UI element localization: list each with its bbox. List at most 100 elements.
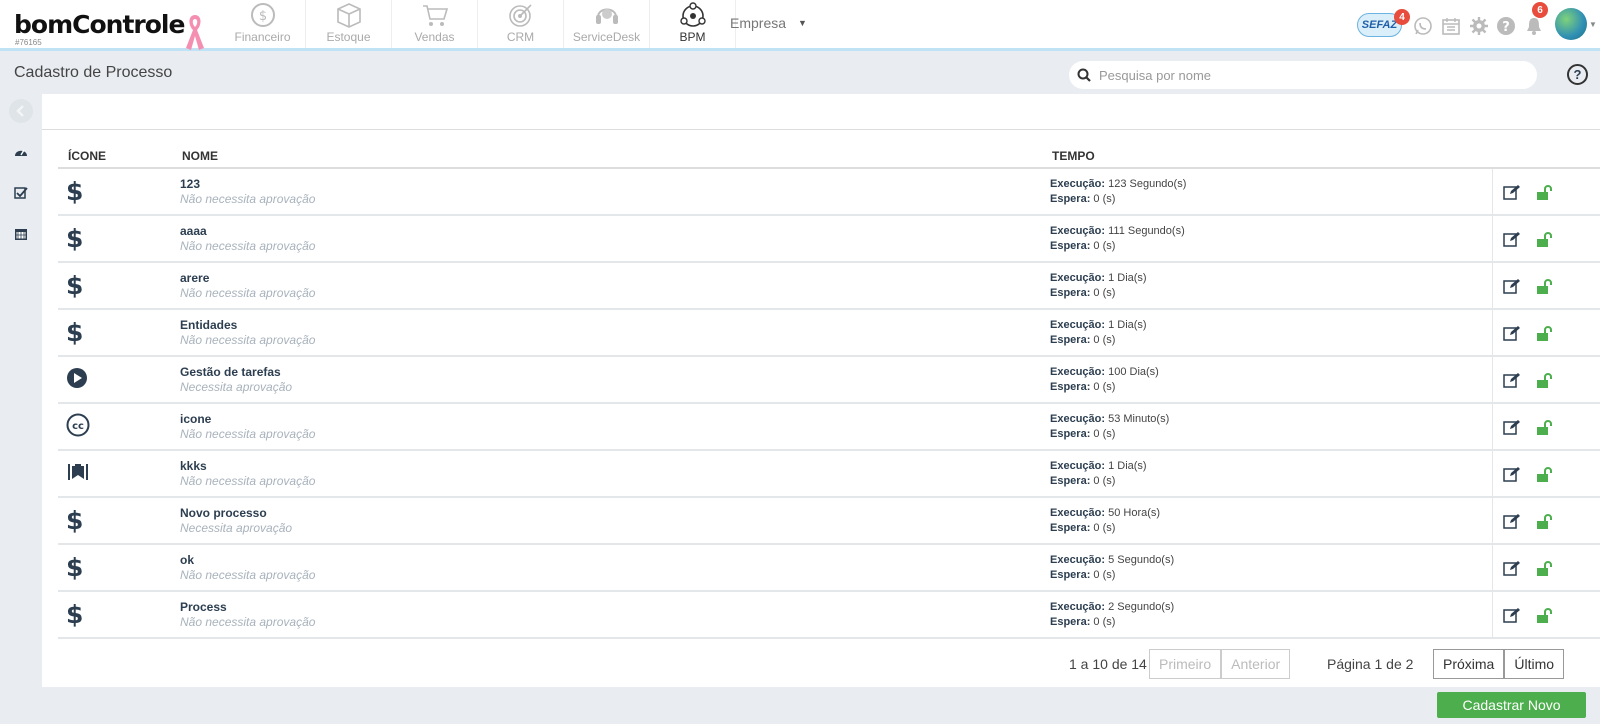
nav-estoque[interactable]: Estoque [306, 0, 392, 48]
calendar-icon[interactable] [1441, 16, 1461, 36]
table-row[interactable]: $ Novo processo Necessita aprovação Exec… [58, 497, 1600, 545]
espera-value: 0 (s) [1093, 427, 1116, 440]
process-time-cell: Execução: 1 Dia(s) Espera: 0 (s) [1042, 450, 1492, 498]
unlock-icon[interactable] [1535, 325, 1553, 341]
first-page-button[interactable]: Primeiro [1149, 649, 1222, 679]
search-input[interactable] [1099, 67, 1519, 83]
next-page-button[interactable]: Próxima [1433, 649, 1505, 679]
gear-icon[interactable] [1469, 16, 1489, 36]
sub-header: Cadastro de Processo ? [0, 54, 1600, 94]
checkbox-icon [14, 187, 28, 199]
content-panel: ÍCONE NOME TEMPO $ 123 Não necessita apr… [42, 94, 1600, 687]
nav-vendas[interactable]: Vendas [392, 0, 478, 48]
edit-icon[interactable] [1502, 513, 1521, 529]
unlock-icon[interactable] [1535, 184, 1553, 200]
espera-label: Espera: [1050, 333, 1091, 346]
execucao-value: 111 Segundo(s) [1108, 224, 1185, 237]
nav-crm[interactable]: CRM [478, 0, 564, 48]
last-page-button[interactable]: Último [1504, 649, 1565, 679]
execucao-value: 1 Dia(s) [1108, 318, 1147, 331]
tasks-button[interactable] [6, 178, 36, 208]
edit-icon[interactable] [1502, 231, 1521, 247]
espera-value: 0 (s) [1093, 192, 1116, 205]
nav-label: BPM [679, 30, 706, 44]
collapse-button[interactable] [6, 96, 36, 126]
unlock-icon[interactable] [1535, 513, 1553, 529]
process-time-cell: Execução: 100 Dia(s) Espera: 0 (s) [1042, 356, 1492, 404]
process-name-cell: Novo processo Necessita aprovação [172, 497, 1042, 545]
table-row[interactable]: $ Entidades Não necessita aprovação Exec… [58, 309, 1600, 357]
edit-icon[interactable] [1502, 607, 1521, 623]
execucao-label: Execução: [1050, 553, 1106, 566]
prev-page-button[interactable]: Anterior [1221, 649, 1291, 679]
espera-value: 0 (s) [1093, 474, 1116, 487]
unlock-icon[interactable] [1535, 419, 1553, 435]
dollar-icon: $ [66, 271, 84, 300]
table-row[interactable]: $ arere Não necessita aprovação Execução… [58, 262, 1600, 310]
table-row[interactable]: $ ok Não necessita aprovação Execução: 5… [58, 544, 1600, 592]
avatar[interactable] [1555, 8, 1587, 40]
sefaz-label: SEFAZ [1361, 19, 1398, 31]
dashboard-button[interactable] [6, 137, 36, 167]
unlock-icon[interactable] [1535, 278, 1553, 294]
edit-icon[interactable] [1502, 372, 1521, 388]
page-indicator: Página 1 de 2 [1327, 656, 1414, 672]
process-icon-cell: $ [58, 544, 172, 592]
edit-icon[interactable] [1502, 325, 1521, 341]
process-icon-cell: $ [58, 309, 172, 357]
unlock-icon[interactable] [1535, 560, 1553, 576]
calendar-icon [15, 229, 27, 240]
unlock-icon[interactable] [1535, 607, 1553, 623]
unlock-icon[interactable] [1535, 372, 1553, 388]
process-approval: Não necessita aprovação [180, 567, 316, 582]
pagination: 1 a 10 de 14 Primeiro Anterior Página 1 … [42, 649, 1600, 679]
process-actions-cell [1491, 215, 1600, 263]
edit-icon[interactable] [1502, 466, 1521, 482]
account-id: #76165 [15, 38, 42, 47]
table-row[interactable]: kkks Não necessita aprovação Execução: 1… [58, 450, 1600, 498]
empresa-dropdown[interactable]: Empresa ▼ [730, 15, 807, 31]
empresa-label: Empresa [730, 15, 787, 31]
table-row[interactable]: $ aaaa Não necessita aprovação Execução:… [58, 215, 1600, 263]
svg-text:cc: cc [72, 421, 84, 432]
process-icon-cell [58, 450, 172, 498]
table-row[interactable]: cc icone Não necessita aprovação Execuçã… [58, 403, 1600, 451]
edit-icon[interactable] [1502, 184, 1521, 200]
espera-value: 0 (s) [1093, 239, 1116, 252]
whatsapp-icon[interactable] [1413, 16, 1433, 36]
nav-financeiro[interactable]: $ Financeiro [220, 0, 306, 48]
edit-icon[interactable] [1502, 278, 1521, 294]
nav-servicedesk[interactable]: ServiceDesk [564, 0, 650, 48]
question-icon[interactable]: ? [1496, 16, 1516, 36]
bell-icon[interactable] [1524, 16, 1544, 36]
unlock-icon[interactable] [1535, 466, 1553, 482]
nav-label: Vendas [414, 30, 455, 44]
process-time-cell: Execução: 50 Hora(s) Espera: 0 (s) [1042, 497, 1492, 545]
edit-icon[interactable] [1502, 419, 1521, 435]
espera-value: 0 (s) [1093, 568, 1116, 581]
unlock-icon[interactable] [1535, 231, 1553, 247]
table-row[interactable]: $ Process Não necessita aprovação Execuç… [58, 591, 1600, 639]
edit-icon[interactable] [1502, 560, 1521, 576]
table-row[interactable]: $ 123 Não necessita aprovação Execução: … [58, 168, 1600, 216]
sefaz-badge: 4 [1394, 9, 1410, 25]
process-icon-cell: cc [58, 403, 172, 451]
process-approval: Não necessita aprovação [180, 238, 316, 253]
espera-value: 0 (s) [1093, 286, 1116, 299]
calendar-button[interactable] [6, 219, 36, 249]
dollar-circle-icon: $ [250, 3, 275, 27]
new-process-button[interactable]: Cadastrar Novo [1437, 692, 1586, 718]
logo[interactable]: bomControle #76165 [14, 10, 185, 47]
process-name: Entidades [180, 317, 238, 332]
table-row[interactable]: Gestão de tarefas Necessita aprovação Ex… [58, 356, 1600, 404]
process-time-cell: Execução: 53 Minuto(s) Espera: 0 (s) [1042, 403, 1492, 451]
pagination-back-group: Primeiro Anterior [1149, 649, 1291, 679]
nav-bpm[interactable]: BPM [650, 0, 736, 48]
espera-value: 0 (s) [1093, 615, 1116, 628]
help-icon[interactable]: ? [1567, 64, 1588, 85]
process-time-cell: Execução: 111 Segundo(s) Espera: 0 (s) [1042, 215, 1492, 263]
collapse-icon [9, 99, 33, 123]
box-icon [336, 3, 361, 28]
espera-label: Espera: [1050, 380, 1091, 393]
execucao-label: Execução: [1050, 459, 1106, 472]
